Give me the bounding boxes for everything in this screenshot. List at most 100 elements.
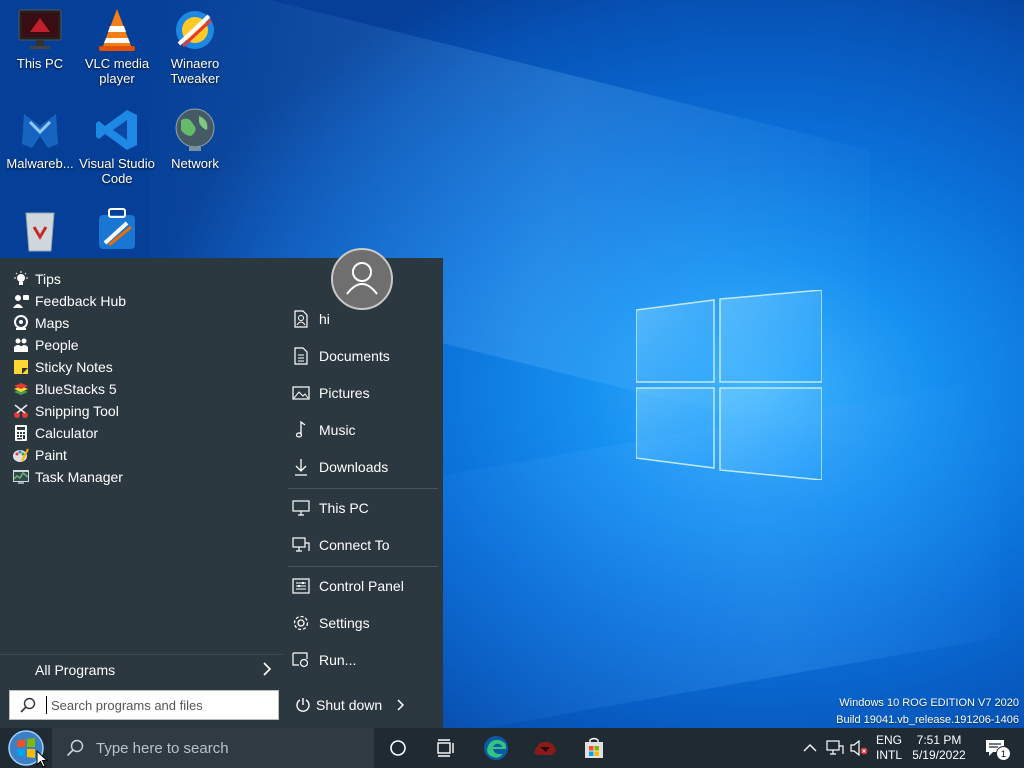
recycle-bin-icon — [16, 205, 64, 253]
start-program-tips[interactable]: Tips — [12, 268, 61, 290]
lightbulb-icon — [12, 271, 29, 288]
edition-watermark-line1: Windows 10 ROG EDITION V7 2020 — [839, 697, 1019, 709]
program-label: Task Manager — [35, 469, 123, 485]
separator — [288, 488, 438, 489]
keyboard-layout: INTL — [876, 748, 903, 762]
bluestacks-icon — [12, 381, 29, 398]
control-panel-icon — [292, 577, 310, 595]
desktop-icon-malwarebytes[interactable]: Malwareb... — [0, 106, 80, 171]
program-label: Paint — [35, 447, 67, 463]
user-avatar[interactable] — [331, 248, 393, 310]
volume-muted-icon — [850, 740, 868, 756]
places-item-documents[interactable]: Documents — [292, 342, 440, 370]
start-program-feedback-hub[interactable]: Feedback Hub — [12, 290, 126, 312]
desktop-icon-app[interactable] — [77, 205, 157, 255]
shutdown-button[interactable]: Shut down — [294, 691, 442, 719]
program-label: Maps — [35, 315, 70, 331]
task-view-icon — [437, 739, 454, 757]
places-item-pictures[interactable]: Pictures — [292, 379, 440, 407]
task-manager-icon — [12, 469, 29, 486]
windows-logo-wallpaper — [636, 290, 822, 480]
user-folder-icon — [292, 310, 310, 328]
start-search-placeholder: Search programs and files — [51, 697, 203, 713]
notification-count-badge: 1 — [996, 746, 1011, 761]
rog-monitor-icon — [16, 6, 64, 54]
program-label: Tips — [35, 271, 61, 287]
search-icon — [20, 697, 36, 713]
winaero-icon — [171, 6, 219, 54]
places-label: Run... — [319, 652, 357, 668]
network-tray-button[interactable] — [826, 728, 844, 768]
desktop-icon-vlc[interactable]: VLC media player — [77, 6, 157, 86]
desktop-icon-label: Network — [171, 156, 219, 171]
places-item-music[interactable]: Music — [292, 416, 440, 444]
places-item-control-panel[interactable]: Control Panel — [292, 572, 440, 600]
desktop-icon-label: Visual Studio Code — [79, 156, 155, 186]
places-label: This PC — [319, 500, 369, 516]
desktop-icon-label: VLC media player — [84, 56, 150, 86]
places-item-settings[interactable]: Settings — [292, 609, 440, 637]
calculator-icon — [12, 425, 29, 442]
places-label: Settings — [319, 615, 370, 631]
volume-tray-button[interactable] — [850, 728, 868, 768]
start-program-people[interactable]: People — [12, 334, 79, 356]
start-program-calculator[interactable]: Calculator — [12, 422, 98, 444]
show-hidden-icons-button[interactable] — [803, 728, 817, 768]
places-item-run[interactable]: Run... — [292, 646, 440, 674]
places-item-this-pc[interactable]: This PC — [292, 494, 440, 522]
chevron-right-icon[interactable] — [396, 699, 405, 711]
places-item-downloads[interactable]: Downloads — [292, 453, 440, 481]
taskbar-rog-app-button[interactable] — [522, 728, 568, 768]
all-programs-button[interactable]: All Programs — [0, 654, 284, 685]
action-center-button[interactable]: 1 — [980, 728, 1011, 768]
clock-time: 7:51 PM — [916, 733, 962, 747]
places-label: Music — [319, 422, 356, 438]
places-item-connect-to[interactable]: Connect To — [292, 531, 440, 559]
people-icon — [12, 337, 29, 354]
cortana-button[interactable] — [375, 728, 421, 768]
network-globe-icon — [171, 106, 219, 154]
places-label: Downloads — [319, 459, 389, 475]
start-menu-places-pane: hi Documents Pictures Music Downloads Th… — [284, 258, 443, 728]
chevron-up-icon — [803, 744, 817, 752]
desktop-icon-winaero[interactable]: Winaero Tweaker — [155, 6, 235, 86]
program-label: Sticky Notes — [35, 359, 113, 375]
start-program-bluestacks[interactable]: BlueStacks 5 — [12, 378, 117, 400]
connect-icon — [292, 536, 310, 554]
desktop-icon-network[interactable]: Network — [155, 106, 235, 171]
desktop-icon-recycle-bin[interactable] — [0, 205, 80, 255]
edge-icon — [484, 736, 508, 760]
vlc-cone-icon — [93, 6, 141, 54]
start-search-box[interactable]: Search programs and files — [9, 690, 279, 720]
edition-watermark-line2: Build 19041.vb_release.191206-1406 — [836, 714, 1019, 726]
desktop-icon-vscode[interactable]: Visual Studio Code — [77, 106, 157, 186]
start-program-task-manager[interactable]: Task Manager — [12, 466, 123, 488]
start-program-sticky-notes[interactable]: Sticky Notes — [12, 356, 113, 378]
clock-button[interactable]: 7:51 PM 5/19/2022 — [910, 728, 968, 768]
desktop-icon-this-pc[interactable]: This PC — [0, 6, 80, 71]
start-menu-programs-pane: Tips Feedback Hub Maps People Sticky Not… — [0, 258, 284, 728]
chevron-right-icon — [262, 661, 272, 679]
gear-icon — [292, 614, 310, 632]
task-view-button[interactable] — [423, 728, 469, 768]
rog-app-icon — [534, 741, 556, 755]
shutdown-label: Shut down — [316, 697, 383, 713]
program-label: People — [35, 337, 79, 353]
desktop-icon-label: This PC — [16, 56, 64, 71]
language-code: ENG — [876, 733, 903, 747]
app-shortcut-icon — [93, 205, 141, 253]
pictures-icon — [292, 384, 310, 402]
desktop-icon-label: Winaero Tweaker — [170, 56, 220, 86]
places-label: Pictures — [319, 385, 370, 401]
start-program-paint[interactable]: Paint — [12, 444, 67, 466]
start-program-maps[interactable]: Maps — [12, 312, 69, 334]
taskbar-search-placeholder: Type here to search — [96, 739, 229, 757]
malwarebytes-icon — [16, 106, 64, 154]
taskbar-search-box[interactable]: Type here to search — [52, 728, 374, 768]
input-language-button[interactable]: ENG INTL — [876, 728, 902, 768]
start-program-snipping-tool[interactable]: Snipping Tool — [12, 400, 119, 422]
taskbar-edge-button[interactable] — [473, 728, 519, 768]
program-label: BlueStacks 5 — [35, 381, 117, 397]
taskbar-store-button[interactable] — [571, 728, 617, 768]
store-icon — [585, 737, 603, 758]
